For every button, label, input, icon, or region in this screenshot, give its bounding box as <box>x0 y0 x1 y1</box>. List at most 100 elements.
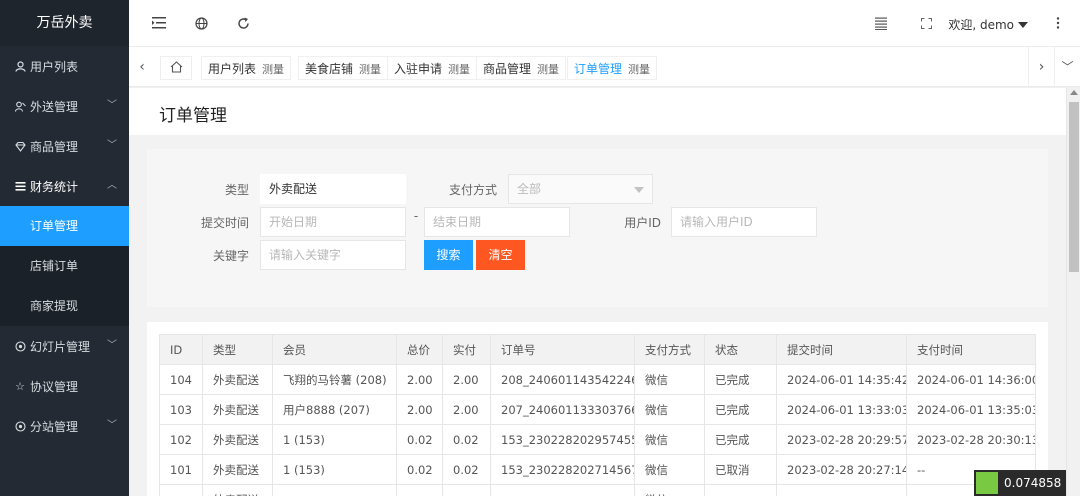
tab-order-management[interactable]: 订单管理 测量 <box>567 56 658 80</box>
table-header-cell: 提交时间 <box>776 334 907 365</box>
sidebar-item-users[interactable]: 用户列表 <box>0 46 129 86</box>
tab-food-shops[interactable]: 美食店铺 测量 <box>298 56 389 80</box>
table-cell <box>704 484 777 496</box>
table-cell: 微信 <box>634 424 705 455</box>
star-icon: ☆ <box>15 379 25 393</box>
table-cell: 微信 <box>634 454 705 485</box>
user-id-input[interactable]: 请输入用户ID <box>671 207 817 237</box>
table-cell: 104 <box>159 364 203 395</box>
table-header-cell: 类型 <box>202 334 273 365</box>
sidebar-item-label: 用户列表 <box>30 59 79 74</box>
pay-method-value: 全部 <box>517 182 542 196</box>
table-row[interactable]: 103 外卖配送 用户8888 (207) 2.00 2.00 207_240601133… <box>159 394 1036 425</box>
table-cell <box>490 484 635 496</box>
tab-products[interactable]: 商品管理 测量 <box>476 56 567 80</box>
caret-down-icon <box>634 187 644 193</box>
table-cell: 2024-06-01 13:35:03 <box>906 394 1036 425</box>
table-cell: 外卖配送 <box>202 484 273 496</box>
table-row[interactable]: 101 外卖配送 1 (153) 0.02 0.02 153_23022820271456… <box>159 454 1036 485</box>
type-field[interactable]: 外卖配送 <box>260 174 406 204</box>
sidebar-item-finance[interactable]: 财务统计 ︿ <box>0 166 129 206</box>
tab-user-list[interactable]: 用户列表 测量 <box>201 56 292 80</box>
table-cell: 用户8888 (207) <box>272 394 397 425</box>
globe-icon[interactable] <box>193 15 209 31</box>
table-cell: 102 <box>159 424 203 455</box>
table-cell: 飞翔的马铃薯 (208) <box>272 364 397 395</box>
table-cell <box>272 484 397 496</box>
table-row[interactable]: 102 外卖配送 1 (153) 0.02 0.02 153_23022820295745… <box>159 424 1036 455</box>
orders-table-panel: ID 类型 会员 总价 实付 订单号 支付方式 状态 提交时间 支付时间 104 外卖配送 飞翔的马铃… <box>147 322 1048 496</box>
table-row[interactable]: 外卖配送 微信 <box>159 484 1036 496</box>
table-header-cell: 支付时间 <box>906 334 1036 365</box>
main-content: 订单管理 类型 外卖配送 支付方式 全部 提交时间 开始日期 - 结束日期 用户… <box>129 88 1066 496</box>
table-cell: 外卖配送 <box>202 394 273 425</box>
tab-home[interactable] <box>160 56 192 80</box>
table-cell: 外卖配送 <box>202 364 273 395</box>
end-date-input[interactable]: 结束日期 <box>424 207 570 237</box>
table-row[interactable]: 104 外卖配送 飞翔的马铃薯 (208) 2.00 2.00 208_240601143… <box>159 364 1036 395</box>
filter-form: 类型 外卖配送 支付方式 全部 提交时间 开始日期 - 结束日期 用户ID 请输… <box>147 149 1048 307</box>
user-welcome-menu[interactable]: 欢迎, demo <box>948 16 1028 33</box>
badge-value: 0.074858 <box>1004 476 1062 490</box>
tab-scroll-left-icon[interactable]: ‹ <box>129 47 155 87</box>
refresh-icon[interactable] <box>235 15 251 31</box>
tab-settle-apply[interactable]: 入驻申请 测量 <box>387 56 478 80</box>
table-cell: 1 (153) <box>272 424 397 455</box>
perf-badge: 0.074858 <box>974 470 1066 496</box>
table-cell: 已完成 <box>704 424 777 455</box>
table-cell: 微信 <box>634 484 705 496</box>
sidebar-item-substations[interactable]: 分站管理 ﹀ <box>0 406 129 446</box>
sidebar-item-label: 外送管理 <box>30 99 79 114</box>
sidebar-subitem-shop-orders[interactable]: 店铺订单 <box>0 246 129 286</box>
welcome-text: 欢迎, demo <box>948 18 1014 32</box>
sidebar-item-slides[interactable]: 幻灯片管理 ﹀ <box>0 326 129 366</box>
chevron-down-icon: ﹀ <box>107 340 117 351</box>
sidebar-item-label: 幻灯片管理 <box>30 339 91 354</box>
fullscreen-icon[interactable] <box>918 15 934 31</box>
page-title: 订单管理 <box>159 106 227 126</box>
tab-tag: 测量 <box>448 63 471 76</box>
table-cell <box>396 484 443 496</box>
sidebar-item-agreements[interactable]: ☆ 协议管理 <box>0 366 129 406</box>
page-scrollbar[interactable] <box>1066 88 1080 496</box>
table-header-cell: ID <box>159 334 203 365</box>
sidebar-subitem-order-management[interactable]: 订单管理 <box>0 206 129 246</box>
sidebar-item-delivery[interactable]: 外送管理 ﹀ <box>0 86 129 126</box>
tab-menu-chevron-down-icon[interactable]: ﹀ <box>1054 47 1080 87</box>
badge-logo-icon <box>976 472 998 494</box>
tab-label: 入驻申请 <box>394 62 443 76</box>
type-label: 类型 <box>224 183 249 197</box>
tab-label: 商品管理 <box>483 62 532 76</box>
search-button[interactable]: 搜索 <box>424 240 473 270</box>
scrollbar-thumb[interactable] <box>1069 102 1079 272</box>
pay-method-label: 支付方式 <box>448 183 497 197</box>
chevron-down-icon: ﹀ <box>107 420 117 431</box>
table-cell: 2024-06-01 14:35:42 <box>776 364 907 395</box>
more-vertical-icon[interactable] <box>1050 15 1066 31</box>
tab-label: 用户列表 <box>208 62 257 76</box>
table-header-cell: 订单号 <box>490 334 635 365</box>
start-date-input[interactable]: 开始日期 <box>260 207 406 237</box>
pay-method-select[interactable]: 全部 <box>508 174 653 204</box>
sidebar-subitem-merchant-withdraw[interactable]: 商家提现 <box>0 286 129 326</box>
brand-title: 万岳外卖 <box>0 0 129 46</box>
table-cell: 已取消 <box>704 454 777 485</box>
tab-scroll-right-icon[interactable]: › <box>1028 47 1054 87</box>
clear-button[interactable]: 清空 <box>476 240 525 270</box>
home-icon <box>170 60 183 76</box>
table-cell: 0.02 <box>396 424 443 455</box>
sidebar-item-label: 财务统计 <box>30 179 79 194</box>
table-cell: 208_240601143542246 <box>490 364 635 395</box>
submit-time-label: 提交时间 <box>200 216 249 230</box>
table-cell: 1 (153) <box>272 454 397 485</box>
date-range-dash: - <box>413 209 419 223</box>
table-cell: 2.00 <box>442 394 491 425</box>
tab-tag: 测量 <box>628 63 651 76</box>
scroll-up-icon[interactable] <box>1070 90 1078 95</box>
table-cell: 2.00 <box>396 394 443 425</box>
note-icon[interactable] <box>873 15 889 31</box>
table-cell: 207_240601133303766 <box>490 394 635 425</box>
sidebar-item-products[interactable]: 商品管理 ﹀ <box>0 126 129 166</box>
keyword-input[interactable]: 请输入关键字 <box>260 240 406 270</box>
menu-fold-icon[interactable] <box>151 15 167 31</box>
